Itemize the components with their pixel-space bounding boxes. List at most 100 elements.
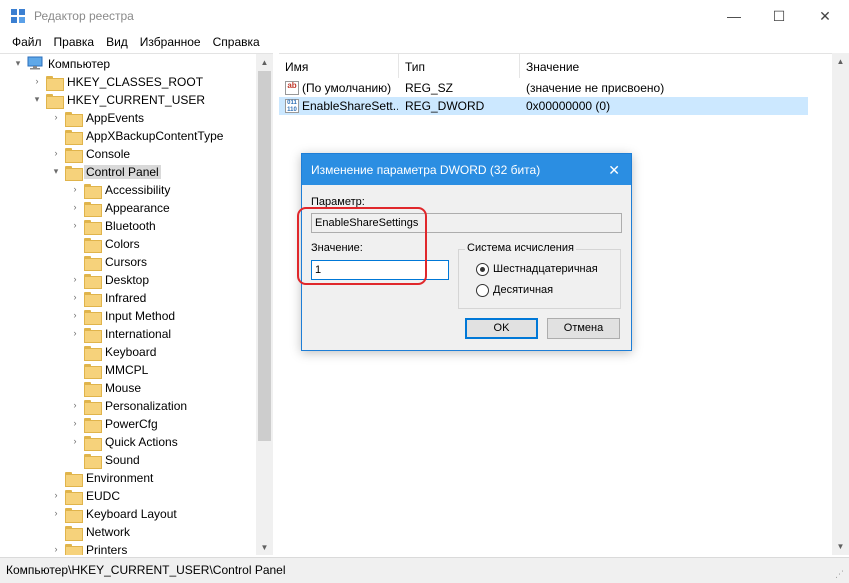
expand-arrow-icon[interactable]: › (70, 417, 80, 429)
expand-arrow-icon[interactable]: › (70, 273, 80, 285)
menu-file[interactable]: Файл (6, 32, 48, 52)
tree-item[interactable]: › AppEvents (0, 109, 256, 127)
tree-item-label: Environment (86, 471, 154, 485)
tree-item[interactable]: › EUDC (0, 487, 256, 505)
menu-bar: Файл Правка Вид Избранное Справка (0, 32, 849, 52)
tree-item[interactable]: Network (0, 523, 256, 541)
expand-arrow-icon[interactable]: › (51, 111, 61, 123)
collapse-arrow-icon[interactable]: ▾ (51, 165, 61, 177)
tree-item[interactable]: AppXBackupContentType (0, 127, 256, 145)
row-type: REG_SZ (405, 81, 454, 95)
tree-item[interactable]: MMCPL (0, 361, 256, 379)
expand-arrow-icon[interactable]: › (51, 489, 61, 501)
cancel-button[interactable]: Отмена (547, 318, 620, 339)
tree-item[interactable]: › Appearance (0, 199, 256, 217)
list-row-enablesharesettings[interactable]: 011 110 EnableShareSett... REG_DWORD 0x00… (279, 97, 808, 115)
column-type[interactable]: Тип (399, 54, 520, 78)
status-path: Компьютер\HKEY_CURRENT_USER\Control Pane… (6, 563, 286, 577)
collapse-arrow-icon[interactable]: ▾ (32, 93, 42, 105)
resize-grip-icon[interactable]: ⋰ (835, 569, 845, 579)
tree-item-label: AppXBackupContentType (86, 129, 224, 143)
dialog-title: Изменение параметра DWORD (32 бита) (311, 163, 541, 177)
tree-item[interactable]: › Input Method (0, 307, 256, 325)
collapse-arrow-icon[interactable]: ▾ (13, 57, 23, 69)
folder-icon (65, 110, 83, 127)
tree-item[interactable]: ▾ Компьютер (0, 55, 256, 73)
column-value[interactable]: Значение (520, 54, 808, 78)
tree-item[interactable]: › Accessibility (0, 181, 256, 199)
list-row-default[interactable]: ab (По умолчанию) REG_SZ (значение не пр… (279, 79, 808, 97)
tree-item[interactable]: Cursors (0, 253, 256, 271)
tree-item[interactable]: › Keyboard Layout (0, 505, 256, 523)
folder-icon (84, 416, 102, 433)
tree-item[interactable]: › Console (0, 145, 256, 163)
scroll-down-icon[interactable]: ▼ (256, 539, 273, 555)
tree-item-label: Keyboard (105, 345, 157, 359)
menu-favorites[interactable]: Избранное (134, 32, 207, 52)
scroll-thumb[interactable] (258, 71, 271, 441)
row-name: (По умолчанию) (302, 81, 392, 95)
expand-arrow-icon[interactable]: › (51, 507, 61, 519)
tree-item[interactable]: Sound (0, 451, 256, 469)
no-arrow (70, 363, 80, 375)
tree-item[interactable]: › PowerCfg (0, 415, 256, 433)
tree-item[interactable]: › Printers (0, 541, 256, 555)
value-data-field[interactable] (311, 260, 449, 280)
expand-arrow-icon[interactable]: › (70, 309, 80, 321)
maximize-button[interactable]: ☐ (756, 0, 802, 32)
folder-icon (84, 290, 102, 307)
close-button[interactable]: ✕ (802, 0, 848, 32)
tree-item-label: Personalization (105, 399, 188, 413)
folder-icon (84, 398, 102, 415)
tree-item[interactable]: › Desktop (0, 271, 256, 289)
computer-icon (27, 56, 43, 70)
list-scrollbar[interactable]: ▲ ▼ (832, 53, 849, 555)
no-arrow (51, 525, 61, 537)
param-name-field[interactable] (311, 213, 622, 233)
value-label: Значение: (311, 242, 363, 254)
expand-arrow-icon[interactable]: › (70, 399, 80, 411)
menu-help[interactable]: Справка (207, 32, 266, 52)
tree-item[interactable]: › Infrared (0, 289, 256, 307)
no-arrow (70, 453, 80, 465)
tree-item[interactable]: Environment (0, 469, 256, 487)
minimize-button[interactable]: — (711, 0, 757, 32)
expand-arrow-icon[interactable]: › (70, 183, 80, 195)
tree-item[interactable]: › Bluetooth (0, 217, 256, 235)
tree-item[interactable]: › International (0, 325, 256, 343)
tree-item[interactable]: ▾ HKEY_CURRENT_USER (0, 91, 256, 109)
tree-item-label: Infrared (105, 291, 147, 305)
tree-item-label: HKEY_CLASSES_ROOT (67, 75, 204, 89)
tree-item-label: Cursors (105, 255, 148, 269)
expand-arrow-icon[interactable]: › (70, 219, 80, 231)
registry-editor-icon (11, 9, 25, 23)
menu-view[interactable]: Вид (100, 32, 134, 52)
radio-checked-icon[interactable] (476, 263, 489, 276)
tree-scrollbar[interactable]: ▲ ▼ (256, 54, 273, 555)
key-tree[interactable]: ▾ Компьютер › HKEY_CLASSES_ROOT ▾ HKEY_CURREN… (0, 53, 273, 555)
menu-edit[interactable]: Правка (48, 32, 101, 52)
expand-arrow-icon[interactable]: › (70, 291, 80, 303)
column-name[interactable]: Имя (279, 54, 399, 78)
tree-item[interactable]: › Quick Actions (0, 433, 256, 451)
scroll-down-icon[interactable]: ▼ (832, 538, 849, 555)
tree-item[interactable]: Mouse (0, 379, 256, 397)
tree-item[interactable]: › HKEY_CLASSES_ROOT (0, 73, 256, 91)
expand-arrow-icon[interactable]: › (51, 543, 61, 555)
radio-unchecked-icon[interactable] (476, 284, 489, 297)
tree-item[interactable]: Keyboard (0, 343, 256, 361)
row-value: (значение не присвоено) (526, 81, 665, 95)
tree-item[interactable]: › Personalization (0, 397, 256, 415)
tree-item[interactable]: ▾ Control Panel (0, 163, 256, 181)
scroll-up-icon[interactable]: ▲ (832, 53, 849, 70)
folder-icon (84, 272, 102, 289)
expand-arrow-icon[interactable]: › (70, 435, 80, 447)
tree-item[interactable]: Colors (0, 235, 256, 253)
dialog-close-icon[interactable]: ✕ (608, 162, 620, 179)
expand-arrow-icon[interactable]: › (51, 147, 61, 159)
expand-arrow-icon[interactable]: › (70, 201, 80, 213)
scroll-up-icon[interactable]: ▲ (256, 54, 273, 71)
ok-button[interactable]: OK (465, 318, 538, 339)
expand-arrow-icon[interactable]: › (32, 75, 42, 87)
expand-arrow-icon[interactable]: › (70, 327, 80, 339)
